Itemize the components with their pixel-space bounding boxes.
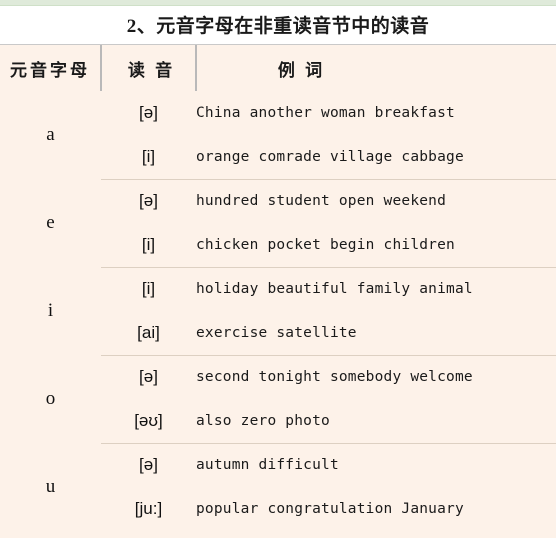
table-row: a [ə] China another woman breakfast bbox=[0, 91, 556, 179]
examples-cell: chicken pocket begin children bbox=[196, 223, 556, 268]
vowel-letter-cell: o bbox=[0, 355, 101, 443]
table-row: e [ə] hundred student open weekend bbox=[0, 179, 556, 267]
pronunciation-cell: [əʊ] bbox=[101, 399, 196, 444]
pronunciation-cell: [i] bbox=[101, 223, 196, 268]
header-pronunciation: 读 音 bbox=[101, 45, 197, 91]
pronunciation-cell: [ə] bbox=[101, 355, 196, 399]
vowel-letter-cell: e bbox=[0, 179, 101, 267]
vowel-letter-cell: i bbox=[0, 267, 101, 355]
table-row: u [ə] autumn difficult bbox=[0, 443, 556, 531]
examples-cell: orange comrade village cabbage bbox=[196, 135, 556, 180]
vowel-table-container: 元音字母 读 音 例 词 a [ə] China another woman b… bbox=[0, 44, 556, 538]
pronunciation-cell: [ə] bbox=[101, 91, 196, 135]
title-area: 2、元音字母在非重读音节中的读音 bbox=[0, 6, 556, 44]
table-row: o [ə] second tonight somebody welcome bbox=[0, 355, 556, 443]
vowel-pronunciation-table: 元音字母 读 音 例 词 a [ə] China another woman b… bbox=[0, 45, 556, 531]
header-examples: 例 词 bbox=[196, 45, 556, 91]
vowel-letter-cell: u bbox=[0, 443, 101, 531]
examples-cell: holiday beautiful family animal bbox=[196, 267, 556, 311]
page-title: 2、元音字母在非重读音节中的读音 bbox=[126, 16, 430, 37]
examples-cell: popular congratulation January bbox=[196, 487, 556, 531]
pronunciation-cell: [ju:] bbox=[101, 487, 196, 531]
examples-cell: autumn difficult bbox=[196, 443, 556, 487]
table-row: i [i] holiday beautiful family animal bbox=[0, 267, 556, 355]
vowel-letter-cell: a bbox=[0, 91, 101, 179]
examples-cell: exercise satellite bbox=[196, 311, 556, 356]
pronunciation-cell: [ai] bbox=[101, 311, 196, 356]
header-vowel-letter: 元音字母 bbox=[0, 45, 102, 91]
pronunciation-cell: [ə] bbox=[101, 179, 196, 223]
examples-cell: second tonight somebody welcome bbox=[196, 355, 556, 399]
examples-cell: China another woman breakfast bbox=[196, 91, 556, 135]
pronunciation-cell: [ə] bbox=[101, 443, 196, 487]
examples-cell: hundred student open weekend bbox=[196, 179, 556, 223]
examples-cell: also zero photo bbox=[196, 399, 556, 444]
pronunciation-cell: [i] bbox=[101, 135, 196, 180]
table-header-row: 元音字母 读 音 例 词 bbox=[0, 45, 556, 91]
page-root: 2、元音字母在非重读音节中的读音 元音字母 读 音 例 词 a [ə] Chin… bbox=[0, 0, 556, 538]
pronunciation-cell: [i] bbox=[101, 267, 196, 311]
